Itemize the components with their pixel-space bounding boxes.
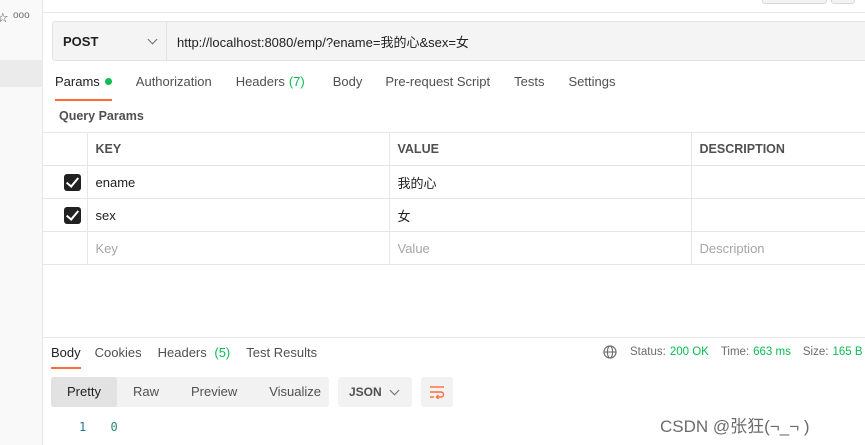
response-tab-test-results[interactable]: Test Results: [246, 345, 317, 365]
tab-label: Tests: [514, 74, 545, 89]
column-header-key: KEY: [87, 132, 390, 166]
method-select[interactable]: POST: [53, 22, 167, 60]
toolbar-button[interactable]: [762, 0, 827, 4]
method-label: POST: [63, 33, 99, 49]
table-header-row: KEY VALUE DESCRIPTION: [43, 132, 865, 166]
response-tab-body[interactable]: Body: [51, 345, 81, 369]
more-icon[interactable]: ooo: [13, 10, 30, 21]
format-toggle-group: Pretty Raw Preview Visualize: [51, 377, 329, 407]
tab-label: Headers: [157, 345, 207, 360]
sidebar: ☆ ooo: [0, 0, 43, 445]
tab-label: Test Results: [246, 345, 318, 360]
tab-label: Cookies: [94, 345, 142, 360]
response-body-content: 0: [110, 420, 118, 434]
tab-tests[interactable]: Tests: [514, 74, 544, 98]
tab-label: Pre-request Script: [385, 74, 491, 89]
divider: [43, 12, 865, 13]
url-input[interactable]: http://localhost:8080/emp/?ename=我的心&sex…: [167, 32, 469, 51]
sidebar-selected-item[interactable]: [0, 60, 43, 87]
format-raw[interactable]: Raw: [117, 377, 175, 407]
response-status: Status: 200 OK Time: 663 ms Size: 165 B: [603, 345, 865, 359]
checkbox-checked-icon[interactable]: [64, 173, 81, 191]
params-table: KEY VALUE DESCRIPTION ename 我的心 sex 女 Ke…: [43, 132, 865, 265]
param-description[interactable]: [691, 198, 865, 232]
description-input-placeholder[interactable]: Description: [691, 231, 865, 265]
param-description[interactable]: [691, 165, 865, 199]
watermark: CSDN @张狂(¬_¬ ): [660, 417, 810, 436]
time-label: Time:: [720, 346, 750, 358]
tab-label: Settings: [568, 74, 616, 89]
tab-label: Authorization: [135, 74, 212, 89]
tab-pre-request-script[interactable]: Pre-request Script: [385, 74, 490, 98]
response-tabs: Body Cookies Headers (5) Test Results: [51, 345, 333, 369]
checkbox-checked-icon[interactable]: [64, 206, 81, 224]
column-header-value: VALUE: [389, 132, 692, 166]
response-tab-headers[interactable]: Headers (5): [158, 345, 231, 365]
value-input-placeholder[interactable]: Value: [389, 231, 692, 265]
status-label: Status:: [630, 346, 666, 358]
format-pretty[interactable]: Pretty: [51, 377, 117, 407]
tab-label: Body: [51, 345, 81, 360]
tab-count: (5): [214, 345, 231, 360]
toolbar-button[interactable]: [831, 0, 855, 4]
query-params-title: Query Params: [59, 109, 144, 123]
wrap-lines-icon: [430, 386, 445, 399]
tab-params[interactable]: Params: [55, 74, 112, 101]
line-number: 1: [79, 420, 87, 434]
table-row: sex 女: [43, 198, 865, 232]
params-active-dot-icon: [104, 78, 112, 85]
tab-count: (7): [288, 74, 305, 89]
response-code-line: 1 0: [79, 420, 118, 434]
wrap-lines-button[interactable]: [421, 377, 453, 407]
table-row: ename 我的心: [43, 165, 865, 199]
format-visualize[interactable]: Visualize: [253, 377, 337, 407]
format-preview[interactable]: Preview: [175, 377, 253, 407]
response-tab-cookies[interactable]: Cookies: [95, 345, 142, 365]
size-label: Size:: [802, 346, 829, 358]
divider: [43, 337, 865, 338]
chevron-down-icon: [389, 385, 400, 395]
language-label: JSON: [349, 385, 382, 399]
tab-body[interactable]: Body: [333, 74, 363, 98]
param-value[interactable]: 我的心: [389, 165, 692, 199]
chevron-down-icon: [147, 34, 158, 44]
tab-label: Params: [55, 74, 100, 89]
size-value[interactable]: 165 B: [832, 346, 862, 358]
param-key[interactable]: ename: [87, 165, 390, 199]
tab-settings[interactable]: Settings: [568, 74, 615, 98]
param-key[interactable]: sex: [87, 198, 390, 232]
table-row-new: Key Value Description: [43, 231, 865, 265]
checkbox-cell: [43, 165, 88, 199]
time-value[interactable]: 663 ms: [753, 346, 791, 358]
language-select[interactable]: JSON: [338, 377, 412, 407]
empty-checkbox-cell: [43, 231, 88, 265]
param-value[interactable]: 女: [389, 198, 692, 232]
request-tabs: Params Authorization Headers (7) Body Pr…: [55, 74, 639, 101]
checkbox-cell: [43, 198, 88, 232]
star-icon[interactable]: ☆: [0, 10, 9, 26]
key-input-placeholder[interactable]: Key: [87, 231, 390, 265]
request-url-bar: POST http://localhost:8080/emp/?ename=我的…: [52, 21, 865, 61]
tab-label: Headers: [235, 74, 285, 89]
tab-label: Body: [332, 74, 363, 89]
tab-headers[interactable]: Headers (7): [236, 74, 305, 98]
column-header-description: DESCRIPTION: [691, 132, 865, 166]
status-value[interactable]: 200 OK: [670, 346, 709, 358]
tab-authorization[interactable]: Authorization: [136, 74, 212, 98]
globe-icon[interactable]: [603, 345, 617, 359]
header-checkbox-cell: [43, 132, 88, 166]
